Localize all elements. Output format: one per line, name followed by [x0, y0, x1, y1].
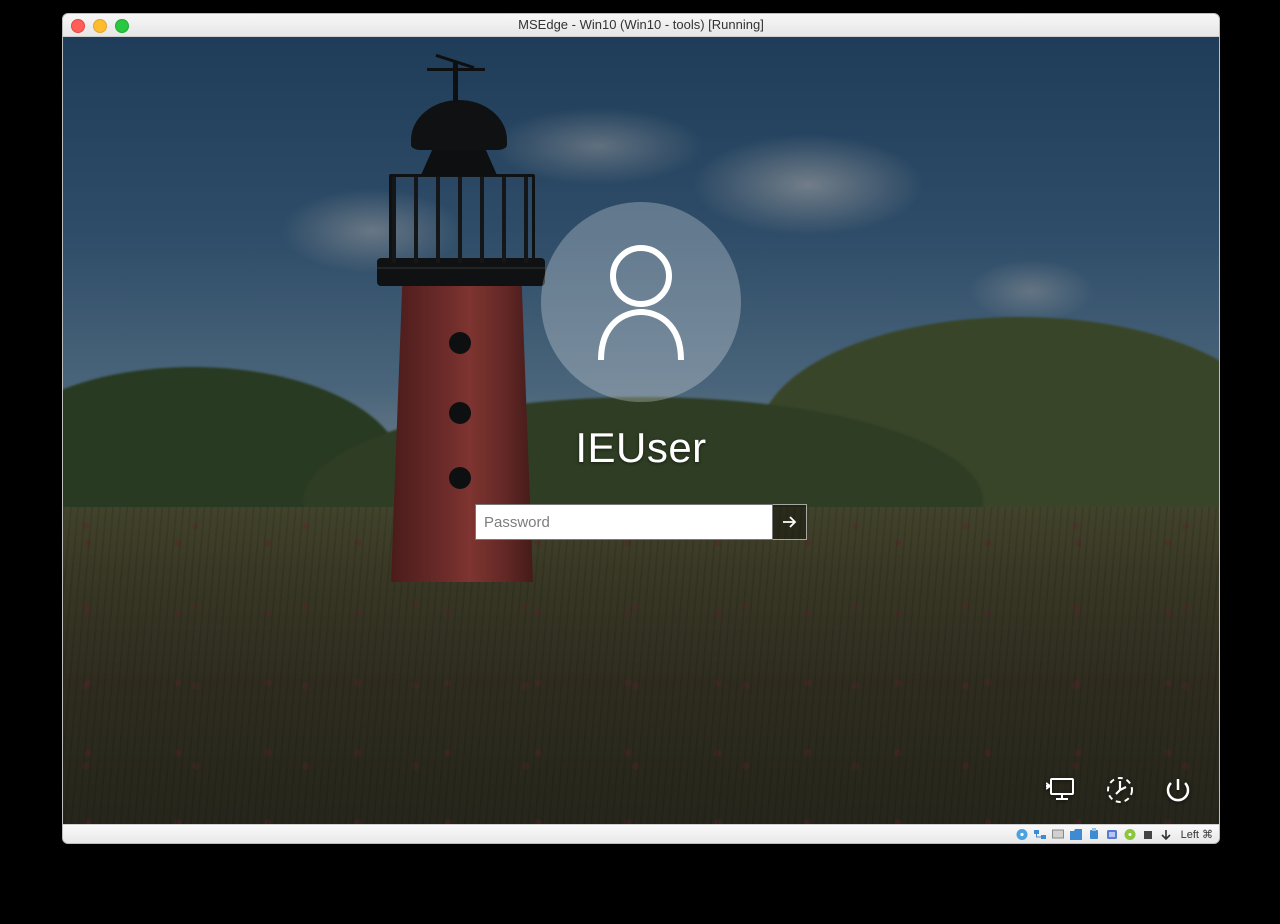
arrow-right-icon — [780, 512, 800, 532]
power-button[interactable] — [1161, 773, 1195, 807]
minimize-icon[interactable] — [93, 19, 107, 33]
recording-indicator-icon[interactable] — [1141, 827, 1156, 841]
vm-status-bar: Left ⌘ — [63, 824, 1219, 843]
guest-screen: IEUser — [63, 37, 1219, 825]
username-label: IEUser — [575, 424, 706, 472]
display-indicator-icon[interactable] — [1051, 827, 1066, 841]
usb-indicator-icon[interactable] — [1087, 827, 1102, 841]
close-icon[interactable] — [71, 19, 85, 33]
network-icon — [1046, 776, 1078, 804]
hard-disk-indicator-icon[interactable] — [1015, 827, 1030, 841]
vm-window: MSEdge - Win10 (Win10 - tools) [Running] — [62, 13, 1220, 844]
lockscreen-corner-buttons — [1045, 773, 1195, 807]
zoom-icon[interactable] — [115, 19, 129, 33]
password-input[interactable] — [475, 504, 773, 540]
shared-folder-indicator-icon[interactable] — [1069, 827, 1084, 841]
ease-of-access-icon — [1105, 775, 1135, 805]
host-key-indicator-icon[interactable] — [1159, 827, 1174, 841]
network-button[interactable] — [1045, 773, 1079, 807]
password-row — [475, 504, 807, 540]
submit-button[interactable] — [773, 504, 807, 540]
host-key-label: Left ⌘ — [1181, 828, 1213, 841]
titlebar[interactable]: MSEdge - Win10 (Win10 - tools) [Running] — [63, 14, 1219, 37]
user-icon — [586, 242, 696, 362]
cd-indicator-icon[interactable] — [1123, 827, 1138, 841]
window-title: MSEdge - Win10 (Win10 - tools) [Running] — [518, 17, 764, 32]
audio-indicator-icon[interactable] — [1105, 827, 1120, 841]
traffic-lights — [71, 19, 129, 33]
login-panel: IEUser — [63, 202, 1219, 540]
user-avatar[interactable] — [541, 202, 741, 402]
network-indicator-icon[interactable] — [1033, 827, 1048, 841]
power-icon — [1163, 775, 1193, 805]
ease-of-access-button[interactable] — [1103, 773, 1137, 807]
